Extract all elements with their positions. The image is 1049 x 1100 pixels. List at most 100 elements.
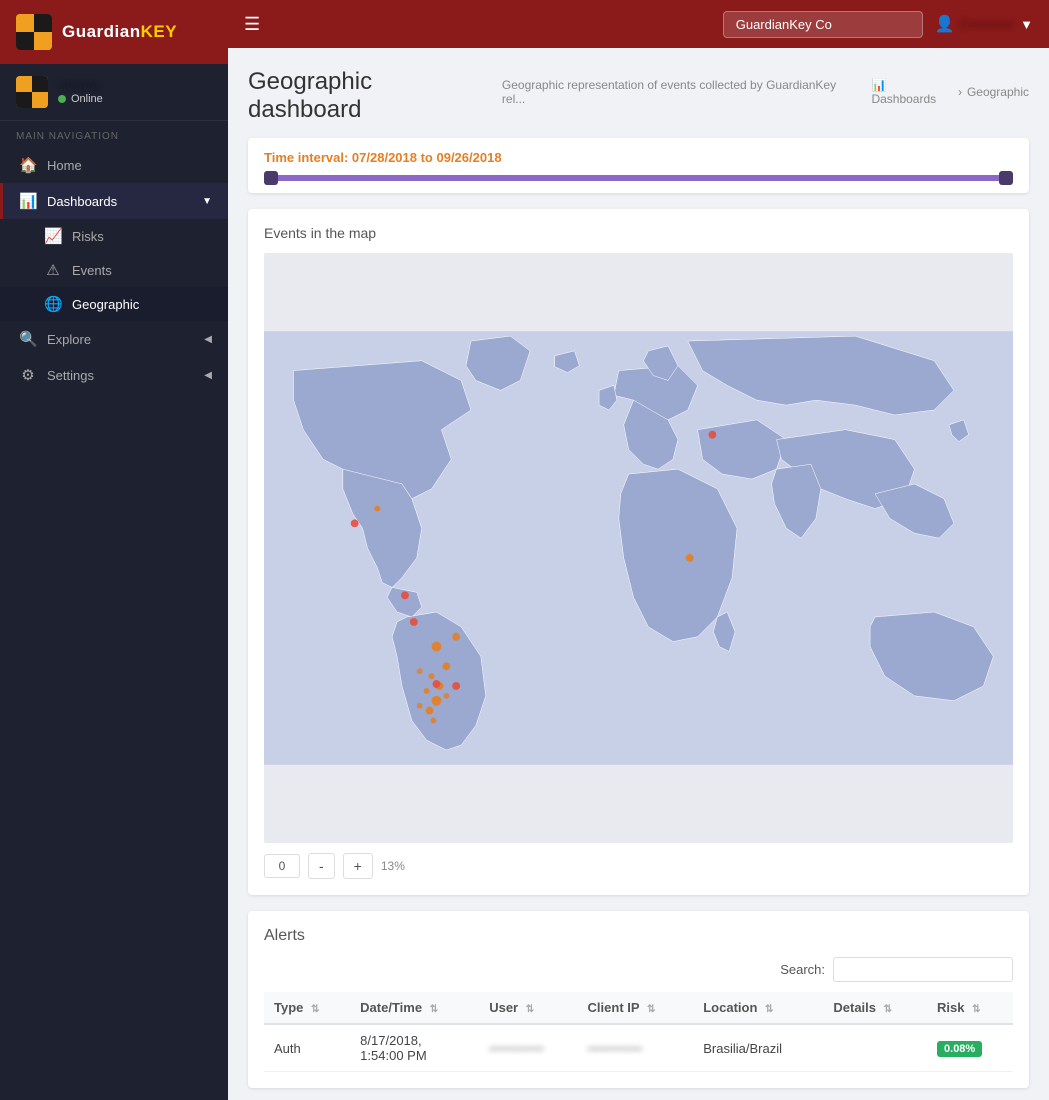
range-thumb-left[interactable] (264, 171, 278, 185)
sort-icon: ⇅ (972, 1004, 980, 1015)
map-zoom-pct: 13% (381, 859, 405, 873)
sort-icon: ⇅ (311, 1004, 319, 1015)
sidebar-item-label: Risks (72, 229, 104, 244)
world-map-svg (264, 253, 1013, 843)
sidebar-item-settings[interactable]: ⚙ Settings ◀ (0, 357, 228, 393)
alerts-search-input[interactable] (833, 957, 1013, 982)
time-interval-label: Time interval: (264, 150, 348, 165)
cell-risk: 0.08% (927, 1024, 1013, 1072)
col-user[interactable]: User ⇅ (479, 992, 577, 1024)
chevron-left-icon-settings: ◀ (204, 370, 212, 381)
topbar-user[interactable]: 👤 F•••••••••• ▼ (935, 14, 1033, 34)
sidebar-item-events[interactable]: ⚠ Events (0, 253, 228, 287)
range-thumb-right[interactable] (999, 171, 1013, 185)
explore-icon: 🔍 (19, 330, 37, 348)
user-icon: 👤 (935, 14, 955, 34)
alerts-title: Alerts (264, 927, 1013, 945)
search-input[interactable] (723, 11, 923, 38)
page-title: Geographic dashboard (248, 68, 490, 124)
sidebar-item-home[interactable]: 🏠 Home (0, 147, 228, 183)
breadcrumb: 📊 Dashboards › Geographic (871, 78, 1029, 106)
breadcrumb-separator: › (958, 85, 962, 99)
sort-icon: ⇅ (647, 1004, 655, 1015)
table-header: Type ⇅ Date/Time ⇅ User ⇅ Client IP ⇅ Lo… (264, 992, 1013, 1024)
range-slider[interactable] (264, 175, 1013, 181)
sidebar-item-explore[interactable]: 🔍 Explore ◀ (0, 321, 228, 357)
alerts-toolbar: Search: (264, 957, 1013, 982)
topbar-username: F•••••••••• (961, 17, 1014, 32)
map-controls: 0 - + 13% (264, 853, 1013, 879)
topbar-chevron-icon: ▼ (1020, 17, 1033, 32)
breadcrumb-dashboards: 📊 Dashboards (871, 78, 953, 106)
sidebar: GuardianKEY P•••••••• Online MAIN NAVIGA… (0, 0, 228, 1100)
map-container[interactable] (264, 253, 1013, 843)
sidebar-item-dashboards[interactable]: 📊 Dashboards ▼ (0, 183, 228, 219)
col-datetime[interactable]: Date/Time ⇅ (350, 992, 479, 1024)
dashboards-icon: 📊 (19, 192, 37, 210)
breadcrumb-geographic: Geographic (967, 85, 1029, 99)
table-row: Auth 8/17/2018,1:54:00 PM •••••••••••• •… (264, 1024, 1013, 1072)
time-interval-card: Time interval: 07/28/2018 to 09/26/2018 (248, 138, 1029, 193)
sidebar-item-label: Explore (47, 332, 91, 347)
col-location[interactable]: Location ⇅ (693, 992, 823, 1024)
main-content: ☰ 👤 F•••••••••• ▼ Geographic dashboard G… (228, 0, 1049, 1100)
sort-icon: ⇅ (884, 1004, 892, 1015)
user-info: P•••••••• Online (58, 79, 103, 105)
settings-icon: ⚙ (19, 366, 37, 384)
sidebar-item-risks[interactable]: 📈 Risks (0, 219, 228, 253)
page-content: Geographic dashboard Geographic represen… (228, 48, 1049, 1100)
user-status: Online (58, 93, 103, 105)
chevron-down-icon: ▼ (202, 196, 212, 207)
zoom-in-button[interactable]: + (343, 853, 373, 879)
sort-icon: ⇅ (765, 1004, 773, 1015)
logo-icon (16, 14, 52, 50)
zoom-out-button[interactable]: - (308, 853, 335, 879)
user-name: P•••••••• (58, 79, 103, 93)
col-details[interactable]: Details ⇅ (823, 992, 927, 1024)
search-label: Search: (780, 962, 825, 977)
col-type[interactable]: Type ⇅ (264, 992, 350, 1024)
range-track (264, 175, 1013, 181)
topbar-search[interactable] (723, 11, 923, 38)
chevron-left-icon: ◀ (204, 334, 212, 345)
map-zoom-value: 0 (264, 854, 300, 878)
home-icon: 🏠 (19, 156, 37, 174)
alerts-card: Alerts Search: Type ⇅ Date/Time ⇅ User ⇅… (248, 911, 1029, 1088)
cell-type: Auth (264, 1024, 350, 1072)
nav-section-label: MAIN NAVIGATION (0, 121, 228, 147)
cell-datetime: 8/17/2018,1:54:00 PM (350, 1024, 479, 1072)
geographic-icon: 🌐 (44, 295, 62, 313)
topbar: ☰ 👤 F•••••••••• ▼ (228, 0, 1049, 48)
sort-icon: ⇅ (430, 1004, 438, 1015)
sidebar-item-label: Home (47, 158, 82, 173)
sidebar-item-label: Settings (47, 368, 94, 383)
map-card: Events in the map (248, 209, 1029, 895)
sidebar-item-label: Geographic (72, 297, 139, 312)
risks-icon: 📈 (44, 227, 62, 245)
map-title: Events in the map (264, 225, 1013, 241)
avatar (16, 76, 48, 108)
events-icon: ⚠ (44, 261, 62, 279)
risk-badge: 0.08% (937, 1041, 982, 1057)
sidebar-item-label: Dashboards (47, 194, 117, 209)
sidebar-logo: GuardianKEY (0, 0, 228, 64)
sidebar-item-label: Events (72, 263, 112, 278)
logo-text: GuardianKEY (62, 22, 177, 42)
alerts-table: Type ⇅ Date/Time ⇅ User ⇅ Client IP ⇅ Lo… (264, 992, 1013, 1072)
hamburger-icon[interactable]: ☰ (244, 14, 260, 35)
sidebar-item-geographic[interactable]: 🌐 Geographic (0, 287, 228, 321)
col-risk[interactable]: Risk ⇅ (927, 992, 1013, 1024)
status-dot (58, 95, 66, 103)
cell-details (823, 1024, 927, 1072)
cell-user: •••••••••••• (479, 1024, 577, 1072)
page-header: Geographic dashboard Geographic represen… (248, 68, 1029, 124)
cell-location: Brasilia/Brazil (693, 1024, 823, 1072)
page-subtitle: Geographic representation of events coll… (502, 78, 860, 106)
alerts-table-body: Auth 8/17/2018,1:54:00 PM •••••••••••• •… (264, 1024, 1013, 1072)
status-label: Online (71, 93, 103, 105)
time-interval-text: Time interval: 07/28/2018 to 09/26/2018 (264, 150, 1013, 165)
cell-clientip: •••••••••••• (578, 1024, 694, 1072)
sidebar-user: P•••••••• Online (0, 64, 228, 121)
time-interval-value: 07/28/2018 to 09/26/2018 (352, 150, 502, 165)
col-clientip[interactable]: Client IP ⇅ (578, 992, 694, 1024)
